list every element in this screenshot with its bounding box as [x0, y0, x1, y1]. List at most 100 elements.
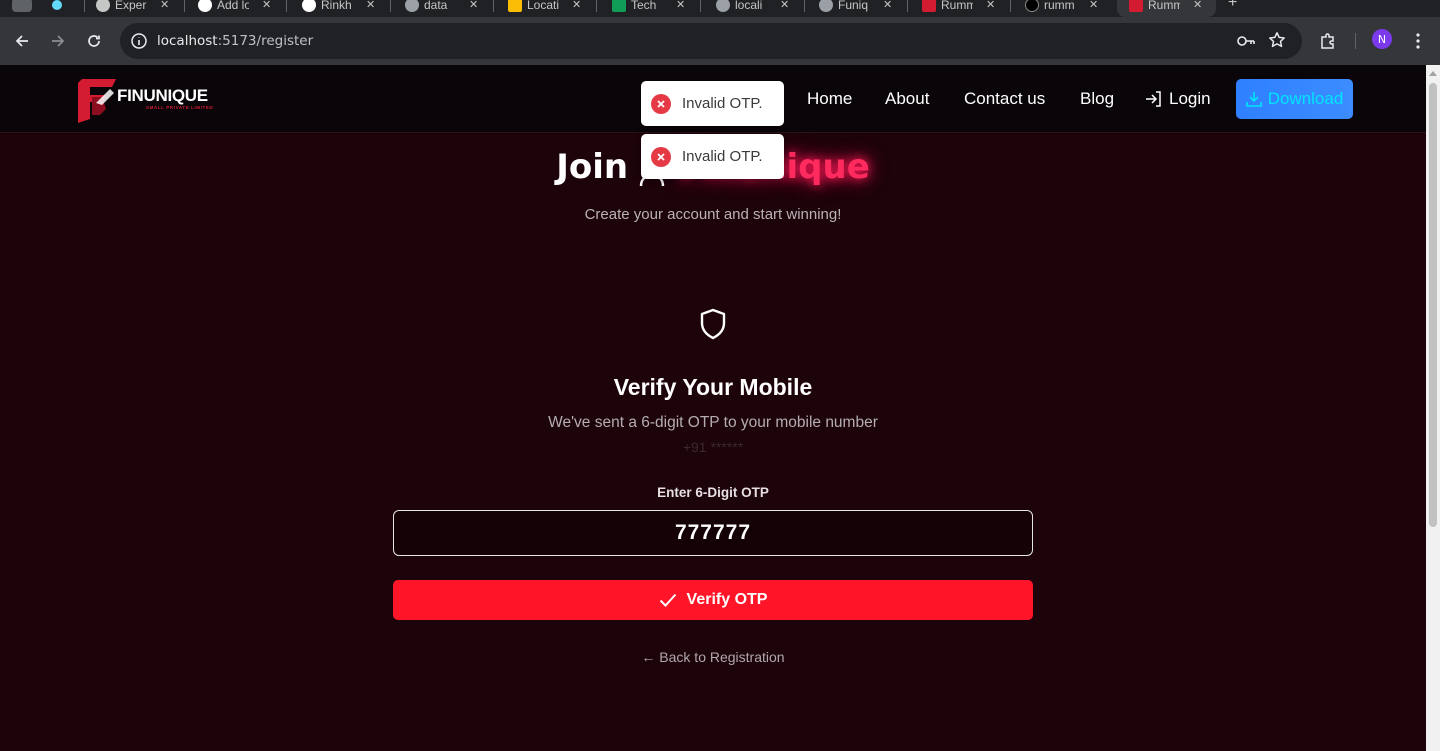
tab-label: Funiq [838, 0, 869, 12]
error-toast[interactable]: Invalid OTP. [641, 134, 784, 179]
kebab-menu-icon [1416, 33, 1420, 49]
tab-label: rumm [1044, 0, 1075, 12]
back-button[interactable] [10, 29, 34, 53]
toast-message: Invalid OTP. [682, 148, 763, 165]
browser-tab[interactable]: data ✕ [393, 0, 494, 17]
tab-label: Rinkh [321, 0, 352, 12]
person-icon [96, 0, 110, 12]
verify-otp-label: Verify OTP [686, 591, 768, 608]
tab-label: Add lo [217, 0, 249, 12]
nav-link-about[interactable]: About [885, 89, 929, 109]
browser-tab[interactable]: Locati ✕ [496, 0, 597, 17]
globe-icon [405, 0, 419, 12]
close-icon[interactable]: ✕ [883, 0, 892, 11]
close-icon[interactable]: ✕ [160, 0, 169, 11]
arrow-right-icon [52, 35, 65, 47]
puzzle-icon [1321, 33, 1334, 49]
browser-tab-strip: Experi ✕ Add lo ✕ Rinkh ✕ data ✕ Locati … [0, 0, 1440, 17]
close-icon[interactable]: ✕ [986, 0, 995, 11]
new-tab-button[interactable]: + [1228, 0, 1237, 12]
keep-icon [508, 0, 522, 12]
back-nav-icon [12, 0, 32, 12]
site-logo[interactable]: FINUNIQUE SMALL PRIVATE LIMITED [76, 75, 213, 123]
close-icon[interactable]: ✕ [262, 0, 271, 11]
page-viewport: FINUNIQUE SMALL PRIVATE LIMITED Home Abo… [0, 65, 1426, 751]
browser-tab[interactable]: Tech ✕ [600, 0, 701, 17]
url-text[interactable]: localhost:5173/register [157, 33, 313, 49]
globe-icon [819, 0, 833, 12]
close-icon[interactable]: ✕ [469, 0, 478, 11]
browser-tab[interactable]: Rinkh ✕ [290, 0, 391, 17]
nav-link-contact[interactable]: Contact us [964, 89, 1045, 109]
browser-menu-button[interactable] [1406, 29, 1430, 53]
site-icon [1025, 0, 1039, 12]
error-x-icon [651, 93, 671, 114]
arrow-left-icon [15, 35, 28, 47]
close-icon[interactable]: ✕ [366, 0, 375, 11]
download-button[interactable]: Download [1236, 79, 1353, 119]
check-icon [659, 593, 676, 607]
scrollbar-thumb[interactable] [1429, 83, 1437, 527]
nav-link-login[interactable]: Login [1145, 89, 1211, 109]
login-label: Login [1169, 89, 1211, 108]
tab-label: Rumm [1148, 0, 1180, 12]
browser-toolbar: localhost:5173/register N [0, 17, 1440, 65]
download-label: Download [1267, 89, 1344, 108]
nav-link-home[interactable]: Home [807, 89, 852, 109]
masked-phone-number: +91 ****** [682, 439, 744, 455]
profile-avatar[interactable]: N [1372, 29, 1392, 49]
browser-tab[interactable]: Funiq ✕ [807, 0, 908, 17]
close-icon[interactable]: ✕ [780, 0, 789, 11]
tab-label: locali [735, 0, 763, 12]
toast-message: Invalid OTP. [682, 95, 763, 112]
close-icon[interactable]: ✕ [1089, 0, 1098, 11]
back-to-registration-link[interactable]: ← Back to Registration [0, 649, 1426, 665]
site-info-icon [131, 33, 147, 49]
browser-tab[interactable]: Add lo ✕ [186, 0, 287, 17]
tab-label: Rumm [941, 0, 973, 12]
github-icon [302, 0, 316, 12]
reload-button[interactable] [82, 29, 106, 53]
page-subtitle: Create your account and start winning! [584, 206, 842, 223]
reload-icon [88, 35, 100, 47]
verify-otp-button[interactable]: Verify OTP [393, 580, 1033, 620]
browser-tab[interactable]: Experi ✕ [84, 0, 185, 17]
finunique-logo-icon [78, 79, 116, 123]
close-icon[interactable]: ✕ [676, 0, 685, 11]
globe-icon [716, 0, 730, 12]
openai-icon [198, 0, 212, 12]
extensions-button[interactable] [1316, 29, 1340, 53]
address-bar[interactable]: localhost:5173/register [120, 23, 1302, 59]
logo-name: FINUNIQUE [117, 86, 208, 105]
page-scrollbar[interactable] [1426, 65, 1440, 751]
login-icon [1146, 91, 1161, 107]
react-icon [52, 0, 62, 10]
error-x-icon [651, 146, 671, 167]
tab-label: Locati [527, 0, 559, 12]
site-icon [1129, 0, 1143, 12]
logo-subtitle: SMALL PRIVATE LIMITED [146, 105, 214, 110]
otp-label: Enter 6-Digit OTP [657, 485, 769, 500]
close-icon[interactable]: ✕ [572, 0, 581, 11]
browser-tab[interactable]: locali ✕ [704, 0, 805, 17]
sheets-icon [612, 0, 626, 12]
tab-label: data [424, 0, 448, 12]
password-key-icon [1237, 36, 1255, 46]
nav-link-blog[interactable]: Blog [1080, 89, 1114, 109]
browser-tab-active[interactable]: Rumm ✕ [1117, 0, 1216, 17]
tab-label: Tech [631, 0, 657, 12]
scroll-up-arrow-icon[interactable] [1429, 71, 1437, 76]
toolbar-divider [1355, 33, 1356, 49]
browser-tab[interactable]: Rumm ✕ [910, 0, 1011, 17]
forward-button[interactable] [46, 29, 70, 53]
browser-tab[interactable]: rumm ✕ [1013, 0, 1113, 17]
close-icon[interactable]: ✕ [1193, 0, 1202, 11]
tab-back-button[interactable] [0, 0, 36, 17]
bookmark-star-icon [1269, 32, 1285, 48]
error-toast[interactable]: Invalid OTP. [641, 81, 784, 126]
browser-tab[interactable] [40, 0, 85, 17]
otp-input[interactable] [393, 510, 1033, 556]
tab-label: Experi [115, 0, 147, 12]
title-join: Join [556, 147, 629, 187]
verify-title: Verify Your Mobile [613, 374, 813, 400]
